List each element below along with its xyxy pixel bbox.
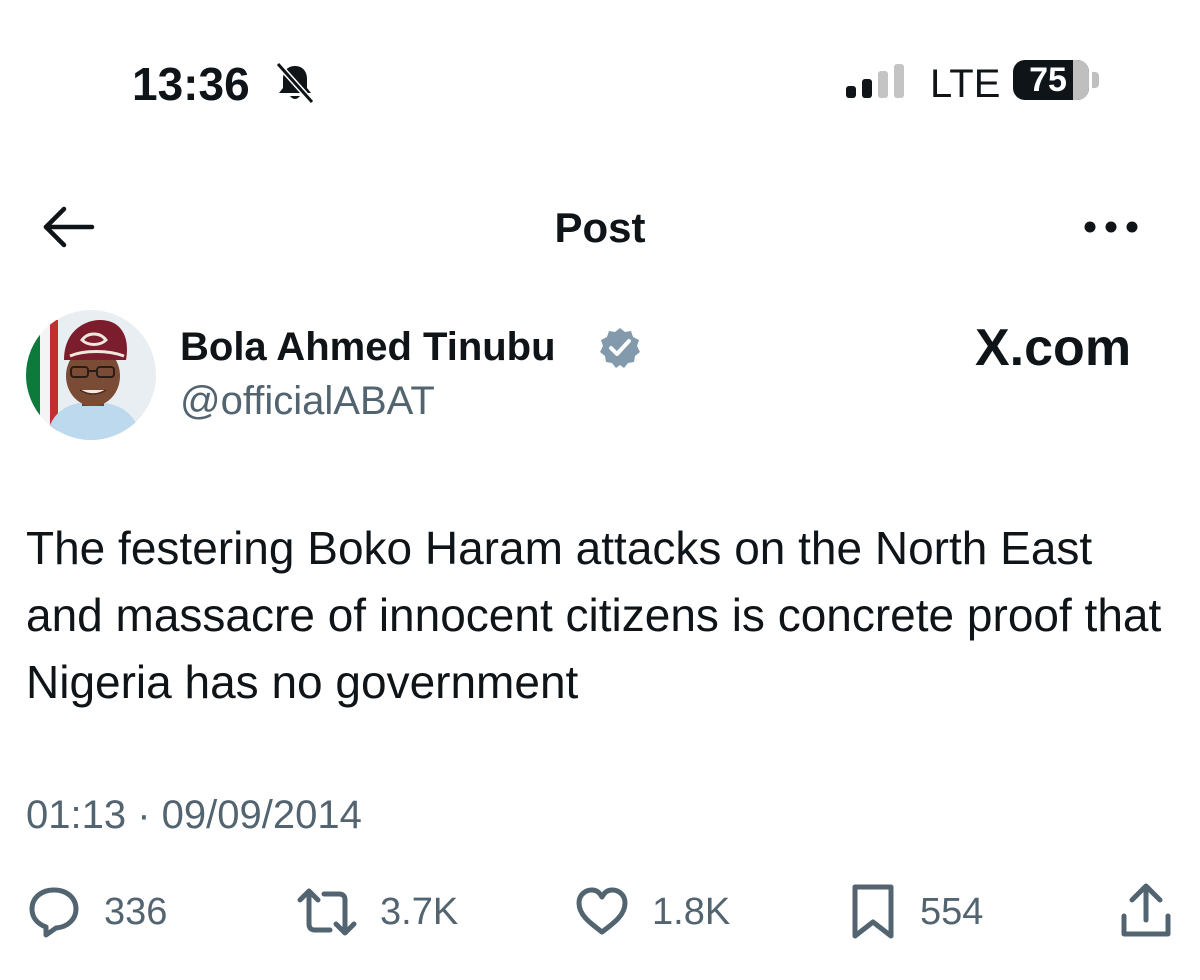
battery-indicator: 75 bbox=[1013, 60, 1089, 100]
battery-cap bbox=[1092, 72, 1099, 88]
status-time: 13:36 bbox=[132, 58, 250, 110]
author-handle[interactable]: @officialABAT bbox=[180, 376, 435, 426]
heart-icon bbox=[576, 887, 628, 935]
share-icon bbox=[1121, 883, 1171, 937]
like-button[interactable]: 1.8K bbox=[574, 880, 730, 944]
source-label: X.com bbox=[975, 319, 1132, 377]
bookmark-icon bbox=[852, 884, 894, 939]
avatar[interactable] bbox=[26, 310, 156, 440]
repost-count: 3.7K bbox=[380, 891, 459, 933]
bell-slash-icon bbox=[275, 61, 315, 105]
post-timestamp[interactable]: 01:13 · 09/09/2014 bbox=[26, 790, 362, 840]
avatar-photo bbox=[26, 310, 156, 440]
page-title: Post bbox=[554, 204, 646, 251]
verified-badge-icon bbox=[600, 328, 640, 368]
reply-icon bbox=[29, 887, 79, 938]
reply-count: 336 bbox=[104, 891, 168, 933]
repost-icon bbox=[297, 888, 357, 936]
network-type: LTE bbox=[930, 62, 1001, 106]
repost-button[interactable]: 3.7K bbox=[296, 880, 458, 944]
cellular-signal-icon bbox=[846, 64, 904, 98]
ellipsis-icon bbox=[1084, 221, 1138, 233]
share-button[interactable] bbox=[1118, 880, 1174, 944]
author-name[interactable]: Bola Ahmed Tinubu bbox=[180, 322, 556, 372]
bookmark-button[interactable]: 554 bbox=[848, 880, 983, 944]
battery-level: 75 bbox=[1029, 61, 1067, 99]
like-count: 1.8K bbox=[652, 891, 731, 933]
reply-button[interactable]: 336 bbox=[26, 880, 167, 944]
more-options-button[interactable] bbox=[1080, 210, 1142, 244]
post-text: The festering Boko Haram attacks on the … bbox=[26, 522, 1162, 708]
bookmark-count: 554 bbox=[920, 891, 984, 933]
